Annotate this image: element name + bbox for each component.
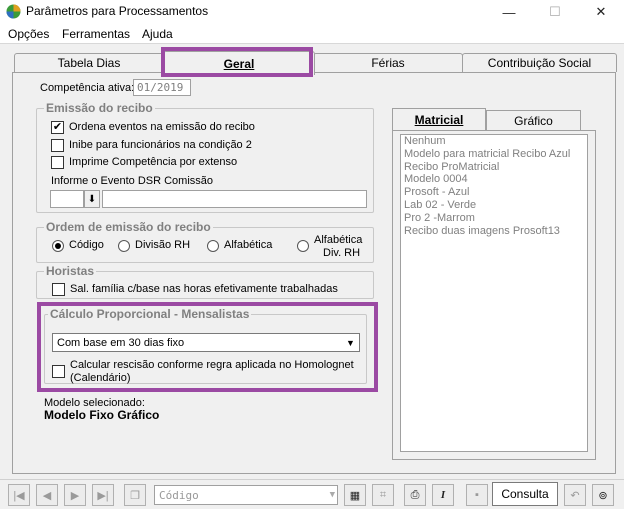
title-bar: Parâmetros para Processamentos — ☐ ✕ bbox=[0, 0, 624, 24]
horistas-legend: Horistas bbox=[44, 264, 97, 278]
modelo-value: Modelo Fixo Gráfico bbox=[44, 408, 160, 422]
undo-icon[interactable]: ↶ bbox=[564, 484, 586, 506]
filter-icon[interactable]: ⌗ bbox=[372, 484, 394, 506]
consulta-button[interactable]: Consulta bbox=[492, 482, 558, 506]
next-record-icon[interactable]: ▶ bbox=[64, 484, 86, 506]
tab-tabela-dias[interactable]: Tabela Dias bbox=[14, 53, 164, 72]
binoculars-icon[interactable]: ⊚ bbox=[592, 484, 614, 506]
list-item[interactable]: Modelo para matricial Recibo Azul bbox=[401, 148, 587, 161]
search-records-icon[interactable]: ▦ bbox=[344, 484, 366, 506]
tab-geral[interactable]: Geral bbox=[163, 51, 315, 75]
tab-ferias[interactable]: Férias bbox=[313, 53, 463, 72]
dsr-code-input[interactable] bbox=[50, 190, 84, 208]
rescisao-label-line2: (Calendário) bbox=[70, 372, 131, 384]
maximize-button[interactable]: ☐ bbox=[532, 0, 578, 24]
radio-alfabetica-div-rh[interactable] bbox=[297, 240, 309, 252]
menu-ajuda[interactable]: Ajuda bbox=[142, 27, 173, 41]
new-document-icon[interactable]: ❐ bbox=[124, 484, 146, 506]
chevron-down-icon: ▼ bbox=[329, 490, 335, 500]
calculo-legend: Cálculo Proporcional - Mensalistas bbox=[48, 307, 252, 321]
menu-bar: Opções Ferramentas Ajuda bbox=[0, 24, 624, 44]
calculo-select[interactable]: Com base em 30 dias fixo ▼ bbox=[52, 333, 360, 352]
emissao-legend: Emissão do recibo bbox=[44, 101, 155, 115]
close-button[interactable]: ✕ bbox=[578, 0, 624, 24]
print-icon[interactable]: ⎙ bbox=[404, 484, 426, 506]
radio-codigo[interactable] bbox=[52, 240, 64, 252]
list-item[interactable]: Nenhum bbox=[401, 135, 587, 148]
list-item[interactable]: Lab 02 - Verde bbox=[401, 199, 587, 212]
app-icon bbox=[6, 4, 21, 19]
rescisao-checkbox[interactable] bbox=[52, 365, 65, 378]
list-item[interactable]: Prosoft - Azul bbox=[401, 186, 587, 199]
italic-icon[interactable]: I bbox=[432, 484, 454, 506]
list-item[interactable]: Modelo 0004 bbox=[401, 173, 587, 186]
menu-ferramentas[interactable]: Ferramentas bbox=[62, 27, 130, 41]
list-item[interactable]: Recibo duas imagens Prosoft13 bbox=[401, 225, 587, 238]
imprime-checkbox[interactable] bbox=[51, 156, 64, 169]
model-list[interactable]: Nenhum Modelo para matricial Recibo Azul… bbox=[400, 134, 588, 452]
tab-matricial[interactable]: Matricial bbox=[392, 108, 486, 130]
imprime-label: Imprime Competência por extenso bbox=[69, 156, 238, 168]
radio-alfabetica[interactable] bbox=[207, 240, 219, 252]
radio-alfabetica-div-label-1: Alfabética bbox=[314, 234, 363, 246]
competencia-label: Competência ativa: bbox=[40, 82, 135, 94]
minimize-button[interactable]: — bbox=[486, 0, 532, 24]
rescisao-label-line1: Calcular rescisão conforme regra aplicad… bbox=[70, 359, 354, 371]
radio-alfabetica-div-label-2: Div. RH bbox=[323, 247, 361, 259]
list-item[interactable]: Pro 2 -Marrom bbox=[401, 212, 587, 225]
dsr-label: Informe o Evento DSR Comissão bbox=[51, 175, 214, 187]
save-icon[interactable]: ▪ bbox=[466, 484, 488, 506]
calculo-select-value: Com base em 30 dias fixo bbox=[57, 336, 185, 349]
ordena-label: Ordena eventos na emissão do recibo bbox=[69, 121, 255, 133]
arrow-down-icon: ⬇ bbox=[87, 193, 97, 205]
inibe-label: Inibe para funcionários na condição 2 bbox=[69, 139, 252, 151]
search-input[interactable]: Código ▼ bbox=[154, 485, 338, 505]
salfamilia-label: Sal. família c/base nas horas efetivamen… bbox=[70, 283, 338, 295]
ordem-legend: Ordem de emissão do recibo bbox=[44, 220, 213, 234]
radio-divisao-label: Divisão RH bbox=[135, 239, 191, 251]
tab-contribuicao-social[interactable]: Contribuição Social bbox=[462, 53, 617, 72]
tab-grafico[interactable]: Gráfico bbox=[486, 110, 581, 130]
dsr-lookup-button[interactable]: ⬇ bbox=[84, 190, 100, 208]
radio-codigo-label: Código bbox=[69, 239, 104, 251]
inibe-checkbox[interactable] bbox=[51, 139, 64, 152]
dsr-description-input[interactable] bbox=[102, 190, 367, 208]
last-record-icon[interactable]: ▶| bbox=[92, 484, 114, 506]
search-placeholder: Código bbox=[159, 488, 199, 502]
ordena-checkbox[interactable]: ✔ bbox=[51, 121, 64, 134]
radio-divisao-rh[interactable] bbox=[118, 240, 130, 252]
menu-opcoes[interactable]: Opções bbox=[8, 27, 49, 41]
competencia-field: 01/2019 bbox=[133, 79, 191, 96]
radio-alfabetica-label: Alfabética bbox=[224, 239, 273, 251]
prev-record-icon[interactable]: ◀ bbox=[36, 484, 58, 506]
chevron-down-icon: ▼ bbox=[343, 335, 358, 350]
first-record-icon[interactable]: |◀ bbox=[8, 484, 30, 506]
window-title: Parâmetros para Processamentos bbox=[26, 4, 209, 18]
salfamilia-checkbox[interactable] bbox=[52, 283, 65, 296]
list-item[interactable]: Recibo ProMatricial bbox=[401, 161, 587, 174]
